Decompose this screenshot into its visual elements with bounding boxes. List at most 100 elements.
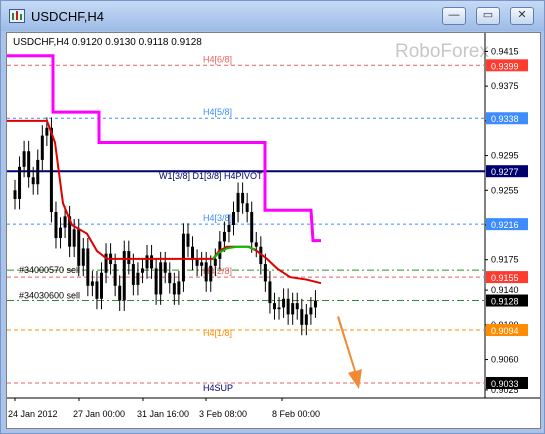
level-price-label: 0.9128 [491,297,519,307]
candle-body [209,265,213,282]
price-tick-label: 0.9175 [491,255,519,265]
time-tick-label: 31 Jan 16:00 [137,409,189,419]
candle-body [18,166,22,199]
price-chart[interactable]: USDCHF,H4 0.9120 0.9130 0.9118 0.9128 Ro… [7,33,540,428]
candle-body [140,268,144,273]
candle-body [86,248,90,286]
candle-body [22,151,26,167]
candle-body [72,229,76,247]
candle-body [227,225,231,232]
candle-body [36,159,40,185]
candle-body [59,227,63,239]
candle-body [263,264,267,282]
candle-body [90,281,94,286]
level-label: H4[5/8] [203,107,232,117]
candle-body [245,203,249,212]
candle-body [222,231,226,242]
candle-body [63,216,67,228]
price-tick-label: 0.9375 [491,81,519,91]
candle-body [204,262,208,282]
price-tick-label: 0.9295 [491,151,519,161]
candle-body [286,298,290,315]
level-price-label: 0.9094 [491,326,519,336]
candle-body [195,259,199,266]
chart-area[interactable]: USDCHF,H4 0.9120 0.9130 0.9118 0.9128 Ro… [6,32,541,429]
candle-body [236,192,240,212]
candle-body [254,242,258,247]
candle-body [213,258,217,266]
candle-body [95,281,99,299]
time-tick-label: 24 Jan 2012 [8,409,58,419]
price-tick-label: 0.9255 [491,185,519,195]
red-moving-average [7,119,322,285]
price-tick-label: 0.9060 [491,355,519,365]
candle-body [31,177,35,185]
candle-body [241,192,245,204]
level-label: H4[6/8] [203,54,232,64]
time-tick-label: 27 Jan 00:00 [73,409,125,419]
level-label: W1[3/8] D1[3/8] H4PIVOT [159,171,263,181]
candle-body [54,211,58,239]
candle-body [282,298,286,308]
candle-body [77,229,81,266]
candle-body [186,233,190,247]
chart-window: USDCHF,H4 — ▭ ✕ USDCHF,H4 0.9120 0.9130 … [0,0,545,434]
level-label: H4SUP [203,383,233,393]
candle-body [136,272,140,285]
candle-body [40,135,44,160]
candle-body [81,248,85,266]
magenta-step-line [7,54,321,243]
candle-body [131,264,135,285]
candle-body [99,272,103,299]
chart-window-icon [9,9,25,23]
candle-body [177,281,181,295]
minimize-button[interactable]: — [442,7,466,25]
level-price-label: 0.9155 [491,273,519,283]
window-title: USDCHF,H4 [31,9,104,24]
candle-body [232,211,236,226]
level-price-label: 0.9216 [491,220,519,230]
candle-body [113,264,117,286]
candle-body [191,246,195,260]
candle-body [309,307,313,315]
time-tick-label: 3 Feb 08:00 [199,409,247,419]
candle-body [127,251,131,265]
candle-body [150,255,154,269]
level-price-label: 0.9338 [491,114,519,124]
time-tick-label: 8 Feb 00:00 [272,409,320,419]
forecast-arrow-icon [337,316,362,389]
candle-body [49,127,53,212]
level-label: H4[3/8] [203,213,232,223]
candle-body [250,211,254,243]
price-tick-label: 0.9415 [491,46,519,56]
restore-button[interactable]: ▭ [476,7,500,25]
candle-body [295,303,299,310]
candle-body [163,262,167,273]
candle-body [13,190,17,199]
candle-body [200,262,204,266]
candle-body [272,303,276,310]
candle-body [145,255,149,269]
level-label: H4[1/8] [203,328,232,338]
candle-body [291,303,295,315]
candle-body [168,272,172,284]
candle-body [154,268,158,295]
candle-body [181,233,185,282]
candle-body [313,300,317,308]
level-label: #34030600 sell [19,291,80,301]
level-price-label: 0.9399 [491,61,519,71]
candle-body [159,262,163,295]
level-price-label: 0.9277 [491,167,519,177]
watermark: RoboForex [395,41,489,62]
title-bar[interactable]: USDCHF,H4 — ▭ ✕ [1,1,544,31]
candle-body [45,127,49,136]
candle-body [268,281,272,304]
candle-body [300,309,304,325]
level-label: #34000570 sell [19,265,80,275]
candle-body [27,151,31,178]
candle-body [277,307,281,310]
price-tick-label: 0.9140 [491,285,519,295]
chart-header: USDCHF,H4 0.9120 0.9130 0.9118 0.9128 [13,37,202,48]
close-button[interactable]: ✕ [510,7,534,25]
candle-body [304,314,308,325]
